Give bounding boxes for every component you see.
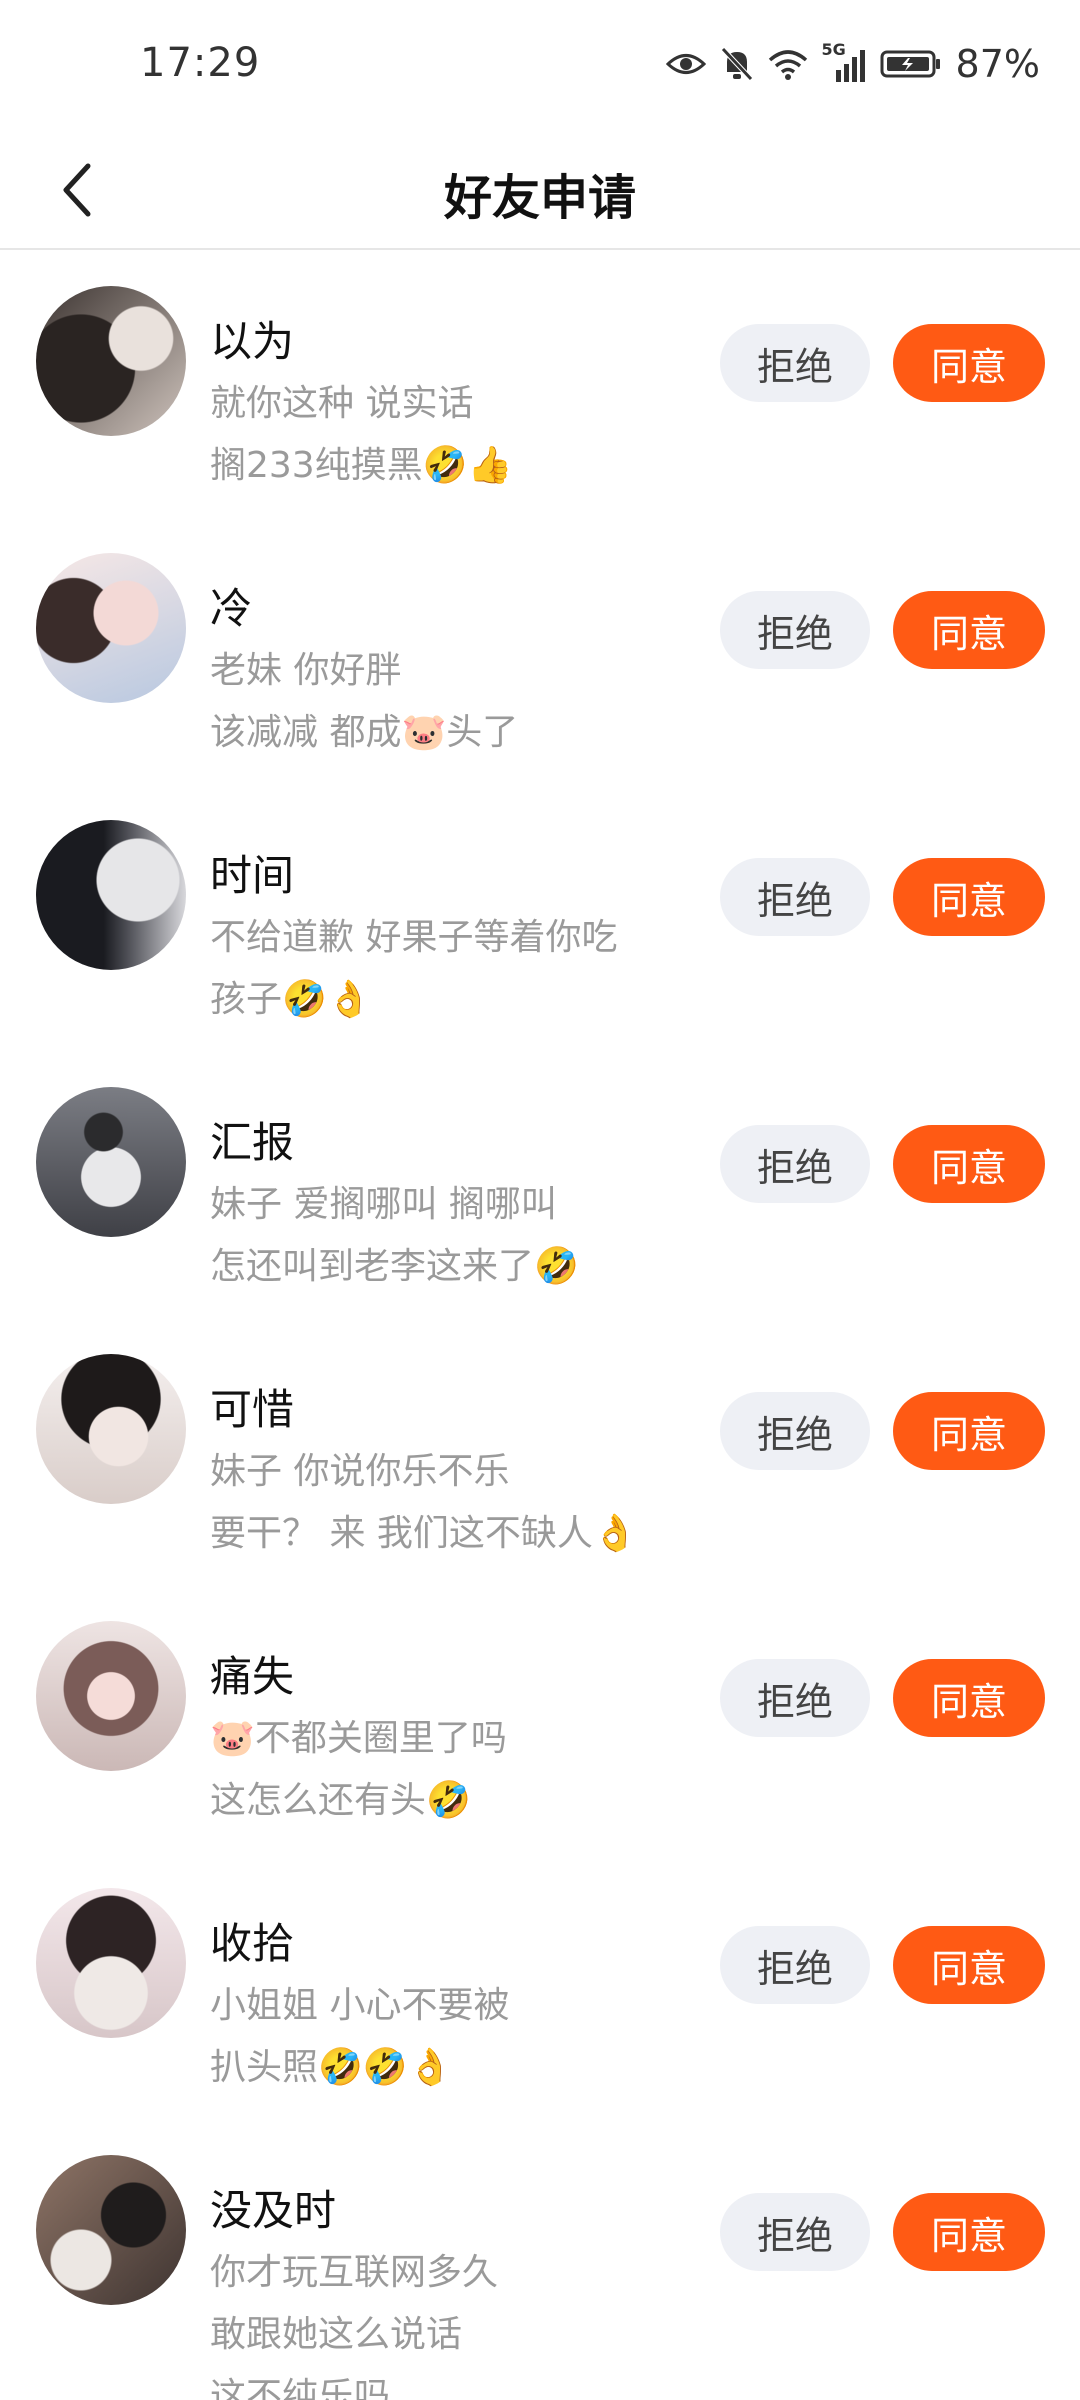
request-name: 痛失 bbox=[210, 1652, 295, 1701]
status-time: 17:29 bbox=[140, 40, 261, 86]
avatar bbox=[36, 286, 186, 436]
reject-button[interactable]: 拒绝 bbox=[720, 2193, 870, 2271]
request-row: 冷 老妹 你好胖 该减减 都成🐷头了 拒绝 同意 bbox=[0, 517, 1080, 784]
reject-button[interactable]: 拒绝 bbox=[720, 1392, 870, 1470]
eye-icon bbox=[665, 49, 706, 79]
reject-button[interactable]: 拒绝 bbox=[720, 1125, 870, 1203]
accept-button[interactable]: 同意 bbox=[893, 858, 1045, 936]
request-row: 以为 就你这种 说实话 搁233纯摸黑🤣👍 拒绝 同意 bbox=[0, 250, 1080, 517]
request-message-line: 这不纯乐吗 bbox=[210, 2376, 391, 2400]
request-message-line: 搁233纯摸黑🤣👍 bbox=[210, 445, 513, 486]
accept-button[interactable]: 同意 bbox=[893, 1125, 1045, 1203]
request-message-line: 该减减 都成🐷头了 bbox=[210, 712, 519, 753]
request-row: 可惜 妹子 你说你乐不乐 要干？ 来 我们这不缺人👌 拒绝 同意 bbox=[0, 1318, 1080, 1585]
reject-button[interactable]: 拒绝 bbox=[720, 1659, 870, 1737]
request-row: 没及时 你才玩互联网多久 敢跟她这么说话 这不纯乐吗 拒绝 同意 bbox=[0, 2119, 1080, 2400]
request-message-line: 🐷不都关圈里了吗 bbox=[210, 1718, 507, 1759]
request-message-line: 老妹 你好胖 bbox=[210, 650, 402, 691]
request-row: 收拾 小姐姐 小心不要被 扒头照🤣🤣👌 拒绝 同意 bbox=[0, 1852, 1080, 2119]
reject-button[interactable]: 拒绝 bbox=[720, 591, 870, 669]
request-message-line: 孩子🤣👌 bbox=[210, 979, 372, 1020]
reject-button[interactable]: 拒绝 bbox=[720, 324, 870, 402]
status-bar: 17:29 5G 87% bbox=[0, 0, 1080, 130]
page-title: 好友申请 bbox=[443, 170, 636, 226]
signal-5g-icon: 5G bbox=[822, 40, 866, 84]
request-name: 以为 bbox=[210, 317, 295, 366]
avatar bbox=[36, 1087, 186, 1237]
request-message-line: 妹子 你说你乐不乐 bbox=[210, 1451, 510, 1492]
request-message-line: 就你这种 说实话 bbox=[210, 383, 474, 424]
request-message-line: 要干？ 来 我们这不缺人👌 bbox=[210, 1513, 638, 1554]
battery-icon bbox=[880, 49, 942, 79]
battery-percent: 87% bbox=[955, 42, 1040, 86]
avatar bbox=[36, 1354, 186, 1504]
wifi-icon bbox=[768, 48, 808, 80]
request-name: 冷 bbox=[210, 584, 253, 633]
request-name: 没及时 bbox=[210, 2186, 337, 2235]
status-icons: 5G 87% bbox=[665, 38, 1040, 90]
request-row: 痛失 🐷不都关圈里了吗 这怎么还有头🤣 拒绝 同意 bbox=[0, 1585, 1080, 1852]
request-message-line: 妹子 爱搁哪叫 搁哪叫 bbox=[210, 1184, 557, 1225]
avatar bbox=[36, 820, 186, 970]
accept-button[interactable]: 同意 bbox=[893, 1926, 1045, 2004]
request-message-line: 不给道歉 好果子等着你吃 bbox=[210, 917, 618, 958]
header: 好友申请 bbox=[0, 130, 1080, 250]
request-row: 时间 不给道歉 好果子等着你吃 孩子🤣👌 拒绝 同意 bbox=[0, 784, 1080, 1051]
request-message-line: 扒头照🤣🤣👌 bbox=[210, 2047, 453, 2088]
request-message-line: 小姐姐 小心不要被 bbox=[210, 1985, 510, 2026]
avatar bbox=[36, 2155, 186, 2305]
request-message-line: 怎还叫到老李这来了🤣 bbox=[210, 1246, 579, 1287]
friend-request-list[interactable]: 以为 就你这种 说实话 搁233纯摸黑🤣👍 拒绝 同意 冷 老妹 你好胖 该减减… bbox=[0, 250, 1080, 2400]
avatar bbox=[36, 1888, 186, 2038]
reject-button[interactable]: 拒绝 bbox=[720, 858, 870, 936]
request-message-line: 敢跟她这么说话 bbox=[210, 2314, 463, 2355]
accept-button[interactable]: 同意 bbox=[893, 1659, 1045, 1737]
request-name: 汇报 bbox=[210, 1118, 295, 1167]
request-name: 收拾 bbox=[210, 1919, 295, 1968]
request-message-line: 你才玩互联网多久 bbox=[210, 2252, 499, 2293]
avatar bbox=[36, 553, 186, 703]
mute-bell-icon bbox=[720, 46, 754, 82]
reject-button[interactable]: 拒绝 bbox=[720, 1926, 870, 2004]
request-message-line: 这怎么还有头🤣 bbox=[210, 1780, 471, 1821]
request-row: 汇报 妹子 爱搁哪叫 搁哪叫 怎还叫到老李这来了🤣 拒绝 同意 bbox=[0, 1051, 1080, 1318]
accept-button[interactable]: 同意 bbox=[893, 1392, 1045, 1470]
accept-button[interactable]: 同意 bbox=[893, 2193, 1045, 2271]
request-name: 可惜 bbox=[210, 1385, 295, 1434]
avatar bbox=[36, 1621, 186, 1771]
request-name: 时间 bbox=[210, 851, 295, 900]
accept-button[interactable]: 同意 bbox=[893, 591, 1045, 669]
accept-button[interactable]: 同意 bbox=[893, 324, 1045, 402]
